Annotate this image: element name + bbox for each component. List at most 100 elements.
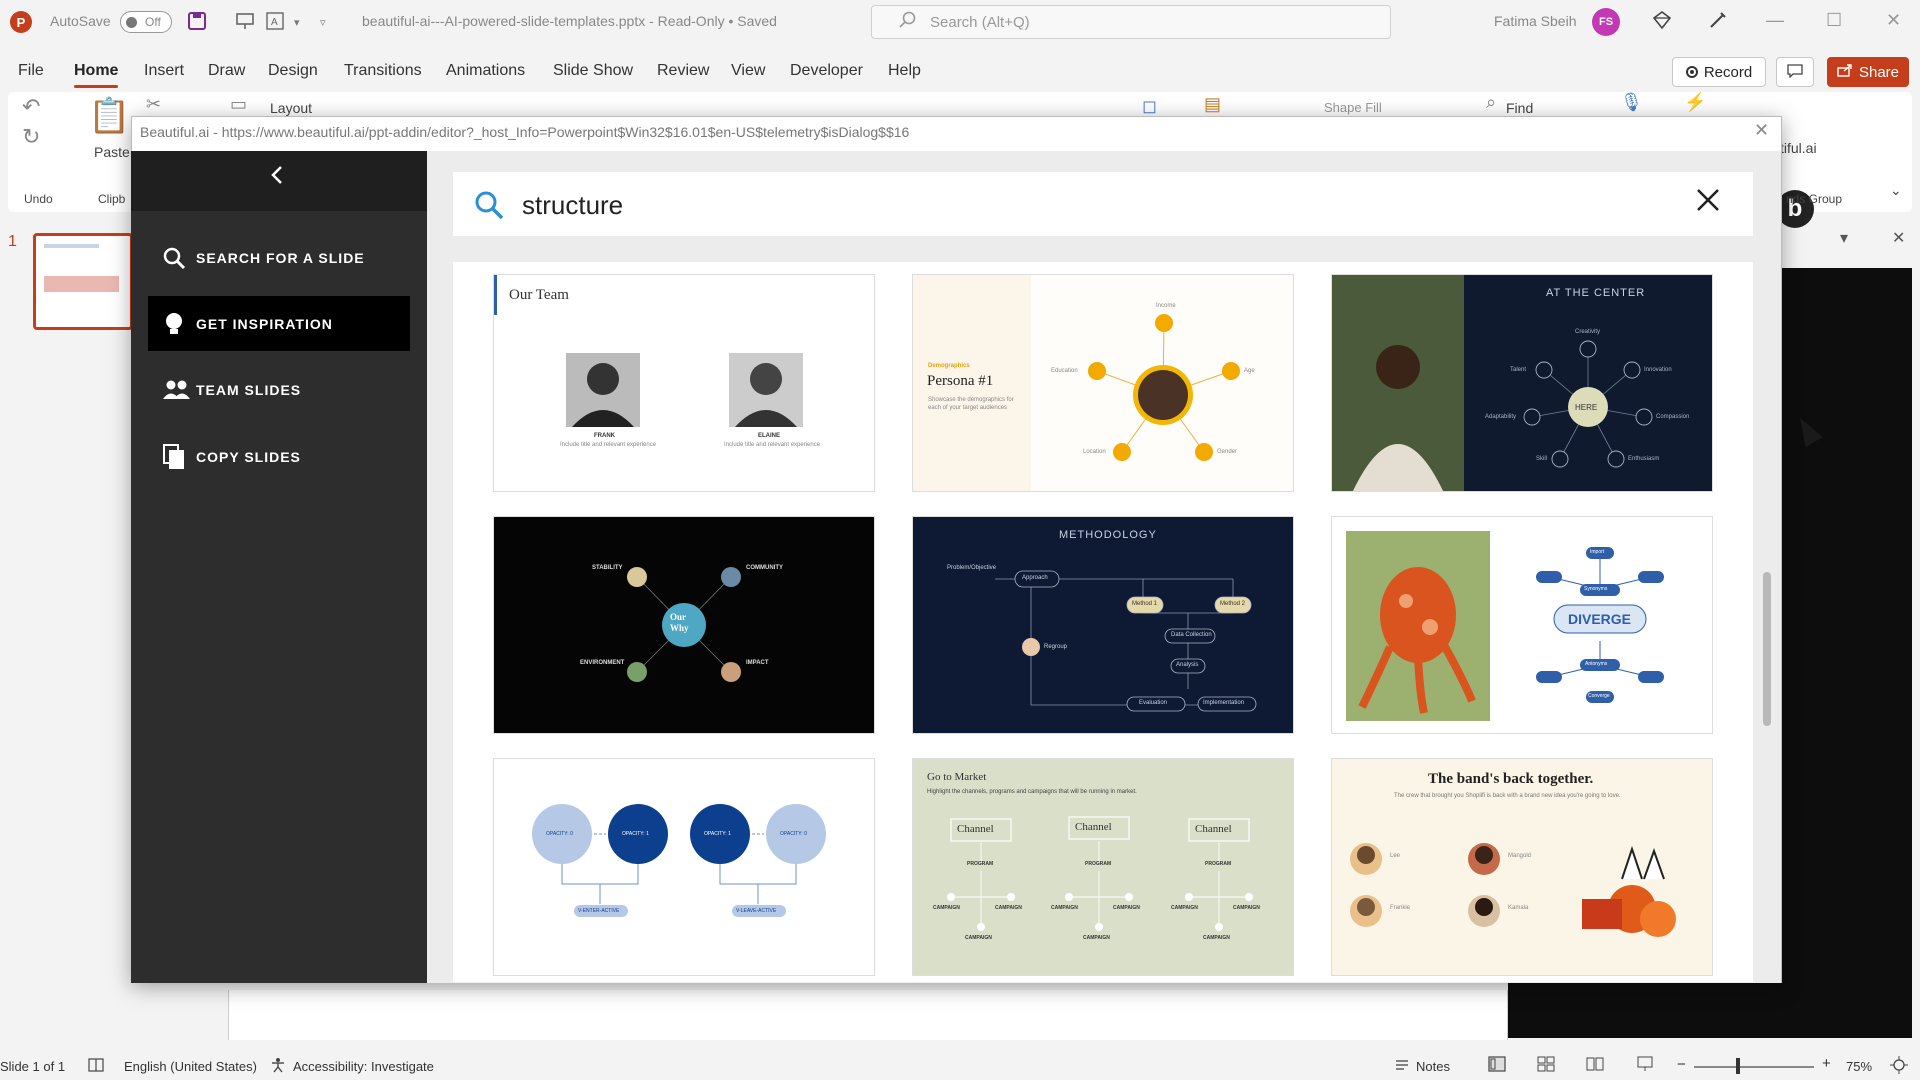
record-icon: [1685, 66, 1698, 78]
notes-icon[interactable]: [1394, 1057, 1410, 1076]
powerpoint-logo-icon: P: [10, 11, 32, 33]
pen-icon[interactable]: [1708, 10, 1728, 35]
layout-dropdown[interactable]: Layout: [270, 100, 312, 116]
present-icon[interactable]: [236, 12, 254, 35]
back-chevron-icon[interactable]: [270, 164, 284, 193]
tab-draw[interactable]: Draw: [208, 62, 245, 80]
slide-card-go-to-market[interactable]: Go to Market Highlight the channels, pro…: [912, 758, 1294, 976]
slide-count[interactable]: Slide 1 of 1: [0, 1059, 65, 1074]
reading-view-icon[interactable]: [1586, 1056, 1604, 1075]
autosave-toggle[interactable]: Off: [120, 11, 172, 33]
tab-home[interactable]: Home: [74, 62, 119, 88]
tab-view[interactable]: View: [731, 62, 765, 80]
node-label: Problem/Objective: [947, 565, 997, 571]
node-label: V-ENTER-ACTIVE: [578, 908, 620, 914]
slide-card-opacity[interactable]: OPACITY: 0 OPACITY: 1 OPACITY: 1 OPACITY…: [493, 758, 875, 976]
tab-animations[interactable]: Animations: [446, 62, 525, 80]
arrange-icon[interactable]: ▤: [1204, 94, 1221, 115]
notes-button[interactable]: Notes: [1416, 1059, 1450, 1074]
shape-fill-dropdown[interactable]: Shape Fill: [1324, 100, 1382, 115]
dictate-icon[interactable]: 🎙: [1620, 92, 1643, 113]
tab-help[interactable]: Help: [888, 62, 921, 80]
slide-thumbnail[interactable]: [33, 233, 133, 330]
undo-icon[interactable]: ↶: [22, 94, 40, 120]
tab-insert[interactable]: Insert: [144, 62, 184, 80]
fit-slide-icon[interactable]: [1890, 1056, 1908, 1077]
zoom-in-icon[interactable]: +: [1822, 1055, 1831, 1072]
clear-search-icon[interactable]: [1696, 186, 1720, 220]
node-label: Talent: [1510, 367, 1527, 373]
tab-transitions[interactable]: Transitions: [344, 62, 422, 80]
close-pane-icon[interactable]: ✕: [1892, 228, 1905, 248]
slide-card-at-the-center[interactable]: AT THE CENTER HERE Creativity Talent Inn…: [1331, 274, 1713, 492]
slide-card-methodology[interactable]: METHODOLOGY Problem/Objective Approach M…: [912, 516, 1294, 734]
new-slide-icon[interactable]: ▭: [230, 94, 247, 115]
center-label: Why: [670, 623, 689, 633]
slide-card-persona[interactable]: Demographics Persona #1 Showcase the dem…: [912, 274, 1294, 492]
accessibility-status[interactable]: Accessibility: Investigate: [293, 1059, 434, 1074]
format-icon[interactable]: A: [266, 12, 284, 35]
diamond-icon[interactable]: [1652, 10, 1672, 35]
sidebar-item-team-slides[interactable]: TEAM SLIDES: [148, 362, 410, 417]
program-label: PROGRAM: [967, 861, 994, 867]
search-box[interactable]: Search (Alt+Q): [871, 5, 1391, 39]
tab-developer[interactable]: Developer: [790, 62, 863, 80]
paste-label[interactable]: Paste: [94, 144, 130, 160]
slide-sorter-icon[interactable]: [1537, 1056, 1555, 1075]
maximize-icon[interactable]: ☐: [1826, 10, 1842, 31]
node-label: Approach: [1022, 575, 1048, 581]
document-title[interactable]: beautiful-ai---AI-powered-slide-template…: [362, 13, 777, 29]
tab-slide-show[interactable]: Slide Show: [553, 62, 633, 80]
sidebar-item-search-for-a-slide[interactable]: SEARCH FOR A SLIDE: [148, 230, 410, 285]
node-label: Enthusiasm: [1628, 456, 1660, 462]
chevron-down-icon[interactable]: ▾: [294, 16, 300, 29]
user-name[interactable]: Fatima Sbeih: [1494, 13, 1576, 29]
find-button[interactable]: Find: [1506, 100, 1533, 116]
shapes-icon[interactable]: ◻: [1142, 96, 1157, 117]
minimize-icon[interactable]: —: [1766, 10, 1784, 31]
node-label: Evaluation: [1139, 700, 1168, 706]
zoom-slider-track[interactable]: [1694, 1066, 1814, 1068]
slide-card-our-team[interactable]: Our Team FRANK ELAINE Include title and …: [493, 274, 875, 492]
slide-card-bands-back-together[interactable]: The band's back together. The crew that …: [1331, 758, 1713, 976]
addin-group-label: nds Group: [1786, 192, 1843, 206]
member-name: Frankie: [1390, 905, 1411, 911]
tab-file[interactable]: File: [18, 62, 44, 80]
close-window-icon[interactable]: ✕: [1886, 10, 1901, 31]
collapse-ribbon-icon[interactable]: ⌄: [1890, 182, 1902, 199]
pane-options-icon[interactable]: ▾: [1840, 228, 1848, 248]
close-dialog-icon[interactable]: ✕: [1754, 120, 1769, 141]
slide-results-grid: Our Team FRANK ELAINE Include title and …: [453, 262, 1753, 982]
results-scrollbar[interactable]: [1763, 572, 1771, 726]
record-button[interactable]: Record: [1672, 57, 1766, 87]
tab-review[interactable]: Review: [657, 62, 709, 80]
slide-card-diverge[interactable]: DIVERGE Import Synonyms Antonyms Converg…: [1331, 516, 1713, 734]
zoom-level[interactable]: 75%: [1846, 1059, 1872, 1074]
slide-search-bar[interactable]: [453, 172, 1753, 236]
save-icon[interactable]: [188, 12, 206, 35]
normal-view-icon[interactable]: [1488, 1056, 1506, 1075]
sidebar-item-get-inspiration[interactable]: GET INSPIRATION: [148, 296, 410, 351]
language-status[interactable]: English (United States): [124, 1059, 257, 1074]
spellcheck-icon[interactable]: [88, 1057, 104, 1076]
comments-button[interactable]: [1776, 57, 1814, 87]
cut-icon[interactable]: ✂: [146, 94, 161, 115]
zoom-slider-thumb[interactable]: [1736, 1058, 1740, 1074]
sidebar-item-copy-slides[interactable]: COPY SLIDES: [148, 429, 410, 484]
paste-icon[interactable]: 📋: [88, 96, 130, 136]
avatar[interactable]: FS: [1592, 8, 1620, 36]
share-button[interactable]: Share: [1827, 57, 1909, 87]
zoom-out-icon[interactable]: −: [1677, 1056, 1686, 1073]
dialog-url: Beautiful.ai - https://www.beautiful.ai/…: [140, 124, 910, 140]
find-icon[interactable]: ⌕: [1486, 92, 1496, 113]
slideshow-view-icon[interactable]: [1636, 1056, 1654, 1075]
slide-search-input[interactable]: structure: [522, 190, 623, 221]
beautiful-ai-addin-label[interactable]: tiful.ai: [1780, 140, 1817, 156]
accessibility-icon[interactable]: [270, 1057, 286, 1076]
designer-icon[interactable]: ⚡: [1684, 92, 1706, 113]
tab-design[interactable]: Design: [268, 62, 318, 80]
customize-qat-icon[interactable]: ▿: [320, 16, 326, 29]
slide-card-our-why[interactable]: Our Why STABILITY COMMUNITY ENVIRONMENT …: [493, 516, 875, 734]
redo-icon[interactable]: ↻: [22, 124, 40, 150]
slide-thumbnails-pane: [0, 220, 130, 1050]
